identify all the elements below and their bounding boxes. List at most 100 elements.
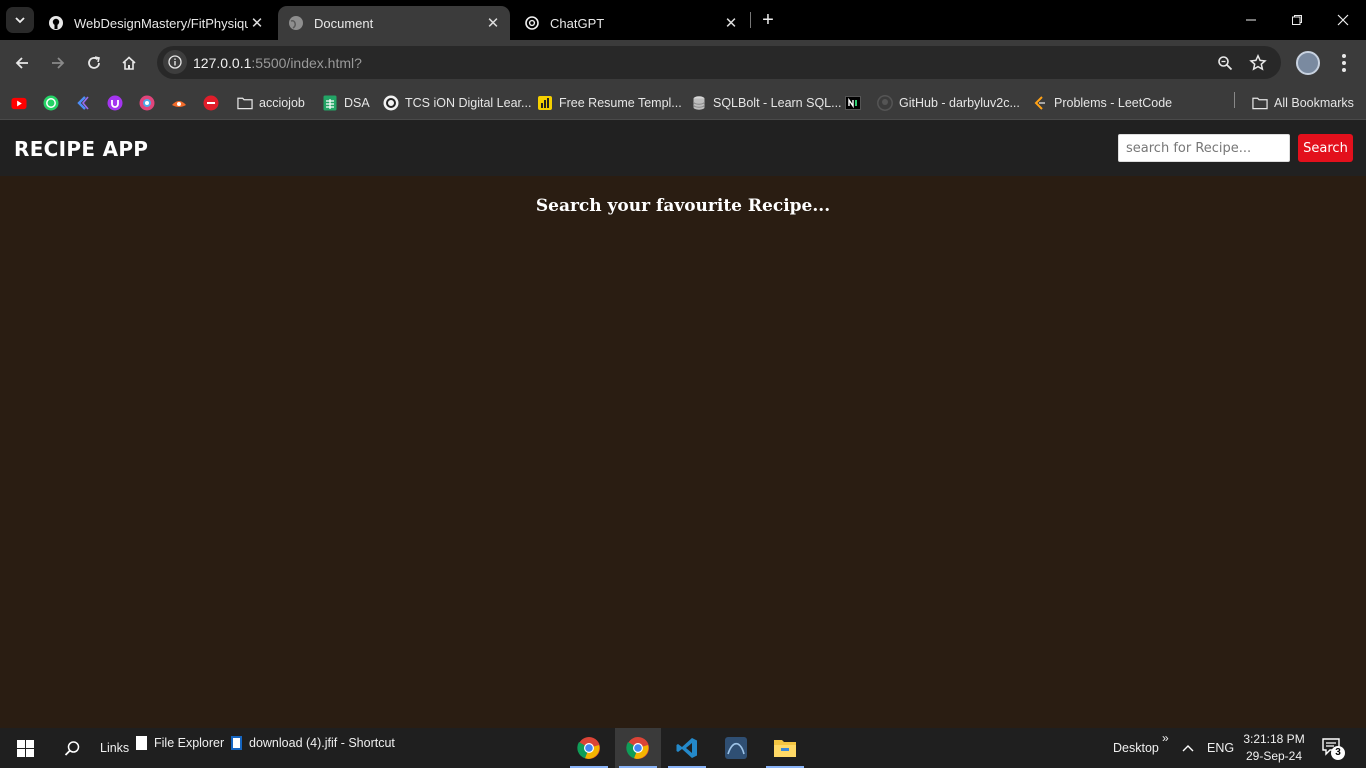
browser-toolbar: 127.0.0.1:5500/index.html? (0, 40, 1366, 86)
close-icon[interactable]: ✕ (484, 14, 502, 32)
search-taskbar-button[interactable] (49, 728, 95, 768)
tab-separator (750, 12, 751, 28)
tab-document[interactable]: Document ✕ (278, 6, 510, 40)
bookmark-github[interactable]: GitHub - darbyluv2c... (877, 92, 1020, 114)
github-icon (48, 15, 64, 31)
folder-icon (1252, 95, 1268, 111)
recipe-search-input[interactable] (1118, 134, 1290, 162)
bookmark-label: TCS iON Digital Lear... (405, 96, 532, 110)
site-info-icon[interactable] (163, 50, 187, 74)
bookmark-label: Problems - LeetCode (1054, 96, 1173, 110)
url-text[interactable]: 127.0.0.1:5500/index.html? (193, 55, 362, 71)
show-hidden-icons[interactable] (1182, 728, 1194, 768)
taskbar-chrome-1[interactable] (566, 728, 612, 768)
search-button[interactable]: Search (1298, 134, 1353, 162)
shortcut-link[interactable]: download (4).jfif - Shortcut (231, 723, 395, 763)
welcome-heading: Search your favourite Recipe... (535, 196, 831, 216)
database-icon (691, 95, 707, 111)
back-button[interactable] (7, 48, 37, 78)
zoom-icon[interactable] (1214, 52, 1236, 74)
start-button[interactable] (2, 728, 48, 768)
home-icon (122, 56, 136, 70)
close-icon[interactable]: ✕ (248, 14, 266, 32)
github-icon (877, 95, 893, 111)
profile-avatar[interactable] (1296, 51, 1320, 75)
reload-button[interactable] (79, 48, 109, 78)
arrow-right-icon (52, 57, 65, 69)
bookmark-n[interactable] (845, 92, 867, 114)
taskbar-vscode[interactable] (664, 728, 710, 768)
taskbar-chrome-2[interactable] (615, 728, 661, 768)
tab-search-button[interactable] (6, 7, 34, 33)
home-button[interactable] (114, 48, 144, 78)
bookmark-label: DSA (344, 96, 370, 110)
bookmark-dsa[interactable]: DSA (322, 92, 370, 114)
bookmark-label: GitHub - darbyluv2c... (899, 96, 1020, 110)
image-file-icon (231, 736, 242, 750)
chatgpt-icon (524, 15, 540, 31)
shortcut-label: download (4).jfif - Shortcut (249, 736, 395, 750)
bookmarks-separator (1234, 92, 1235, 108)
bookmark-acciojob[interactable]: acciojob (237, 92, 305, 114)
close-icon[interactable]: ✕ (722, 14, 740, 32)
toolbar-overflow-icon[interactable]: » (1162, 718, 1169, 758)
chrome-icon (577, 737, 600, 759)
bookmark-whatsapp[interactable] (43, 92, 65, 114)
all-bookmarks-button[interactable]: All Bookmarks (1252, 92, 1354, 114)
bookmark-free-resume[interactable]: Free Resume Templ... (537, 92, 682, 114)
bookmark-kotlin[interactable] (75, 92, 97, 114)
taskbar-file-explorer[interactable] (762, 728, 808, 768)
bookmark-sqlbolt[interactable]: SQLBolt - Learn SQL... (691, 92, 842, 114)
all-bookmarks-label: All Bookmarks (1274, 96, 1354, 110)
youtube-icon (11, 95, 27, 111)
url-path: :5500/index.html? (251, 55, 362, 71)
tab-chatgpt[interactable]: ChatGPT ✕ (514, 6, 748, 40)
bookmark-site-1[interactable] (139, 92, 161, 114)
bookmark-label: acciojob (259, 96, 305, 110)
leetcode-icon (1032, 95, 1048, 111)
tab-title: WebDesignMastery/FitPhysique (74, 15, 248, 31)
whatsapp-icon (43, 95, 59, 111)
file-explorer-link[interactable]: File Explorer (136, 723, 224, 763)
url-host: 127.0.0.1 (193, 55, 252, 71)
screen: WebDesignMastery/FitPhysique ✕ Document … (0, 0, 1366, 768)
clock-time: 3:21:18 PM (1243, 732, 1305, 746)
close-window-button[interactable] (1320, 0, 1366, 40)
menu-icon[interactable] (1332, 50, 1356, 76)
desktop-toolbar[interactable]: Desktop (1113, 728, 1159, 768)
chevron-down-icon (15, 17, 25, 24)
bookmark-udemy[interactable] (107, 92, 129, 114)
tab-title: Document (314, 15, 374, 31)
udemy-icon (107, 95, 123, 111)
chrome-icon (626, 737, 649, 759)
bookmark-youtube[interactable] (11, 92, 33, 114)
notification-center-button[interactable]: 3 (1322, 738, 1345, 760)
n-icon (845, 95, 861, 111)
app-header: RECIPE APP Search (0, 120, 1366, 176)
bookmark-tuf[interactable] (203, 92, 225, 114)
system-clock[interactable]: 3:21:18 PM 29-Sep-24 (1240, 731, 1308, 765)
arrow-left-icon (15, 57, 28, 69)
windows-icon (16, 739, 34, 757)
new-tab-button[interactable]: + (758, 9, 778, 31)
forward-button[interactable] (43, 48, 73, 78)
links-toolbar[interactable]: Links (100, 728, 129, 768)
bookmark-leetcode[interactable]: Problems - LeetCode (1032, 92, 1172, 114)
minimize-icon (1246, 19, 1256, 21)
tab-strip: WebDesignMastery/FitPhysique ✕ Document … (0, 0, 1366, 40)
bookmark-label: SQLBolt - Learn SQL... (713, 96, 842, 110)
bookmark-site-2[interactable] (171, 92, 193, 114)
sheets-icon (322, 95, 338, 111)
tab-title: ChatGPT (550, 15, 605, 31)
tab-webdesignmastery[interactable]: WebDesignMastery/FitPhysique ✕ (38, 6, 274, 40)
bookmark-star-icon[interactable] (1247, 52, 1269, 74)
site-icon (171, 95, 187, 111)
minimize-button[interactable] (1228, 0, 1274, 40)
restore-button[interactable] (1274, 0, 1320, 40)
close-icon (1337, 14, 1349, 26)
taskbar-mysql[interactable] (713, 728, 759, 768)
address-bar[interactable]: 127.0.0.1:5500/index.html? (157, 46, 1281, 79)
restore-icon (1292, 15, 1302, 25)
bookmark-tcs-ion[interactable]: TCS iON Digital Lear... (383, 92, 531, 114)
language-indicator[interactable]: ENG (1207, 728, 1234, 768)
